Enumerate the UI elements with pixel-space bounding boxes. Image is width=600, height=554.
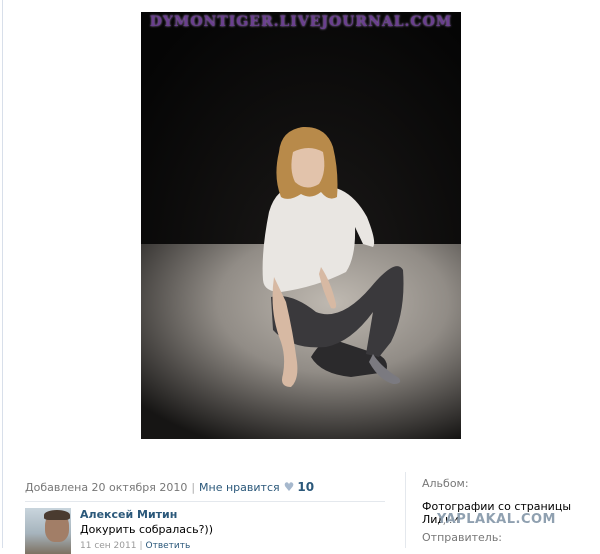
comment-date: 11 сен 2011	[80, 541, 137, 551]
left-border	[2, 0, 3, 548]
comment-meta: 11 сен 2011 | Ответить	[80, 541, 190, 551]
added-date: Добавлена 20 октября 2010	[25, 481, 188, 494]
photo-scene	[141, 12, 461, 439]
photo-watermark: DYMONTIGER.LIVEJOURNAL.COM	[149, 14, 453, 30]
photo-image[interactable]: DYMONTIGER.LIVEJOURNAL.COM	[141, 12, 461, 439]
comment-text: Докурить собралась?))	[80, 523, 214, 536]
photo-meta: Добавлена 20 октября 2010 | Мне нравится ♥ 1…	[25, 480, 385, 498]
divider	[25, 501, 385, 502]
comment-author-link[interactable]: Алексей Митин	[80, 508, 177, 521]
heart-icon[interactable]: ♥	[284, 480, 295, 494]
comment-item: Алексей Митин Докурить собралась?)) 11 с…	[25, 508, 385, 554]
album-label: Альбом:	[422, 477, 469, 490]
meta-separator: |	[191, 481, 196, 494]
site-watermark: YAPLAKAL.COM	[437, 512, 556, 527]
sender-label: Отправитель:	[422, 531, 503, 544]
sidebar-divider	[405, 472, 406, 548]
avatar[interactable]	[25, 508, 71, 554]
like-count[interactable]: 10	[297, 480, 314, 494]
comment-separator: |	[139, 541, 143, 551]
like-button[interactable]: Мне нравится	[199, 481, 280, 494]
reply-link[interactable]: Ответить	[146, 541, 191, 551]
avatar-hair	[44, 510, 70, 520]
